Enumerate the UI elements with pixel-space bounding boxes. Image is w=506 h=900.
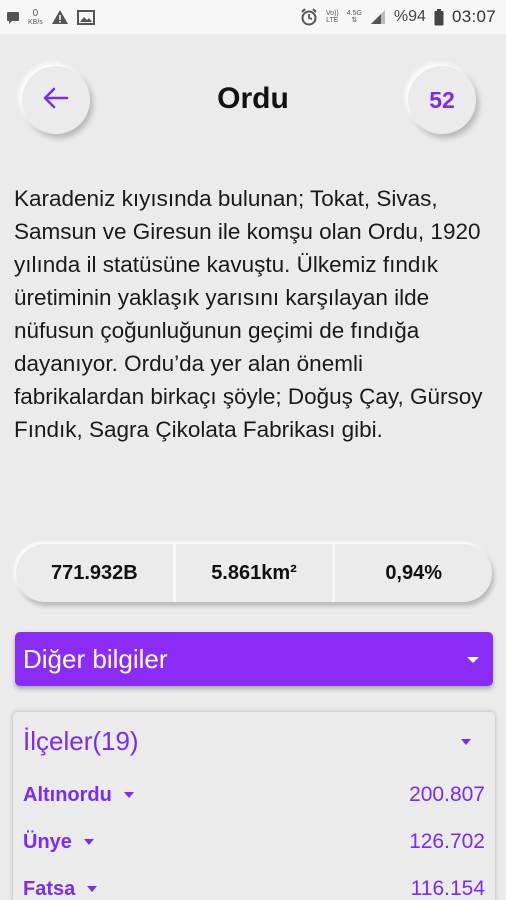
district-row[interactable]: Altınordu 200.807 bbox=[23, 780, 485, 810]
chevron-down-icon bbox=[83, 839, 94, 845]
data-speed-indicator: 0 KB/s bbox=[28, 7, 43, 26]
status-bar-right: Vo)) LTE 4.5G ⇅ %94 03:07 bbox=[300, 7, 496, 27]
city-description: Karadeniz kıyısında bulunan; Tokat, Siva… bbox=[14, 186, 483, 442]
other-info-dropdown[interactable]: Diğer bilgiler bbox=[15, 632, 493, 686]
header: Ordu 52 bbox=[0, 56, 506, 146]
message-icon bbox=[6, 10, 20, 24]
network-arrows-icon: ⇅ bbox=[351, 17, 358, 24]
clock: 03:07 bbox=[451, 7, 496, 26]
signal-icon bbox=[370, 9, 386, 25]
stats-bar: 771.932B 5.861km² 0,94% bbox=[16, 544, 492, 602]
district-population: 126.702 bbox=[409, 830, 485, 853]
status-bar-left: 0 KB/s bbox=[6, 7, 95, 26]
data-speed-number: 0 bbox=[32, 7, 39, 19]
districts-card: İlçeler(19) Altınordu 200.807 Ünye 126.7… bbox=[13, 712, 495, 900]
page-title: Ordu bbox=[217, 82, 289, 115]
district-name-label: Fatsa bbox=[23, 877, 76, 900]
plate-code: 52 bbox=[429, 86, 455, 113]
percent-stat: 0,94% bbox=[385, 561, 443, 584]
battery-percent: %94 bbox=[393, 8, 426, 25]
other-info-label: Diğer bilgiler bbox=[23, 643, 168, 674]
chevron-down-icon bbox=[123, 792, 134, 798]
status-bar: 0 KB/s Vo)) LTE 4.5G ⇅ %94 03:07 bbox=[0, 0, 506, 34]
chevron-down-icon bbox=[467, 657, 479, 663]
network-type-indicator: 4.5G ⇅ bbox=[347, 10, 362, 24]
arrow-left-icon bbox=[43, 87, 69, 114]
district-name: Altınordu bbox=[23, 784, 134, 807]
district-population: 200.807 bbox=[409, 783, 485, 806]
district-population: 116.154 bbox=[410, 877, 485, 900]
population-stat: 771.932B bbox=[16, 544, 176, 602]
district-name: Ünye bbox=[23, 831, 94, 854]
chevron-down-icon bbox=[461, 738, 471, 745]
district-name-label: Altınordu bbox=[23, 783, 112, 806]
plate-code-badge: 52 bbox=[408, 66, 476, 134]
volte-label: Vo)) bbox=[325, 10, 339, 17]
district-row[interactable]: Ünye 126.702 bbox=[23, 827, 485, 857]
districts-header[interactable]: İlçeler(19) bbox=[23, 726, 485, 757]
volte-indicator: Vo)) LTE bbox=[326, 10, 339, 24]
alarm-icon bbox=[300, 8, 318, 26]
data-speed-unit: KB/s bbox=[28, 18, 43, 26]
chevron-down-icon bbox=[87, 886, 98, 892]
warning-icon bbox=[51, 9, 69, 25]
district-name-label: Ünye bbox=[23, 830, 72, 853]
network-generation-label: 4.5G bbox=[346, 10, 362, 17]
lte-label: LTE bbox=[326, 17, 339, 24]
district-row[interactable]: Fatsa 116.154 bbox=[23, 874, 485, 900]
back-button[interactable] bbox=[22, 66, 90, 134]
district-name: Fatsa bbox=[23, 877, 98, 900]
districts-title: İlçeler(19) bbox=[23, 726, 139, 756]
area-stat: 5.861km² bbox=[176, 544, 336, 602]
battery-icon bbox=[434, 8, 444, 26]
image-icon bbox=[76, 9, 95, 25]
